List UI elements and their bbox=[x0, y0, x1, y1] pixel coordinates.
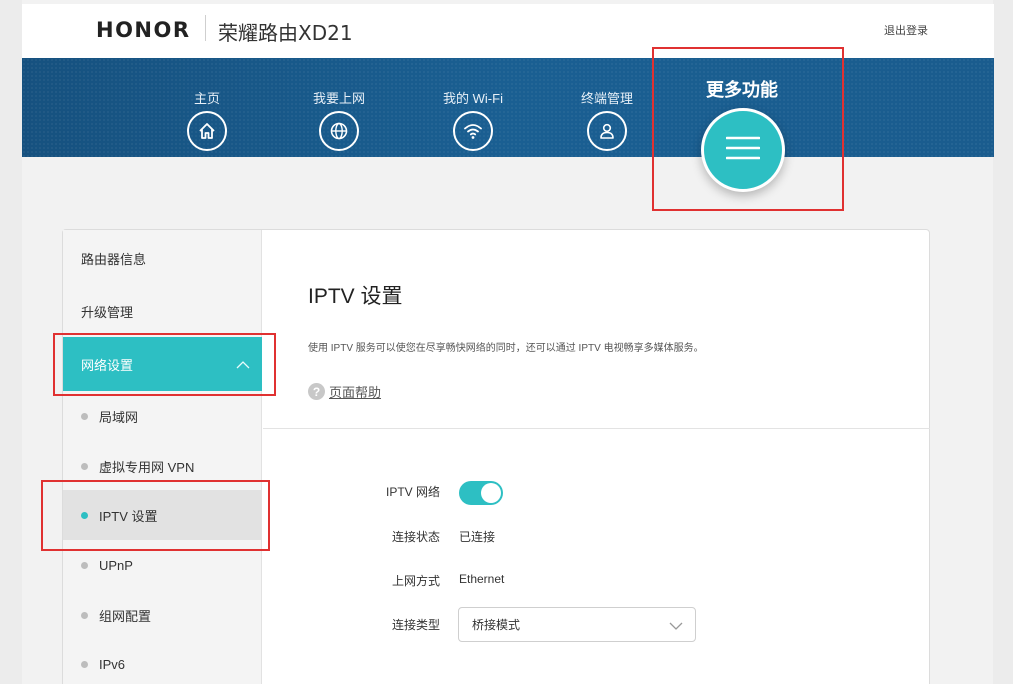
chevron-down-icon bbox=[669, 620, 683, 634]
sidebar-item-upnp[interactable]: UPnP bbox=[63, 540, 262, 590]
sidebar-item-upgrade[interactable]: 升级管理 bbox=[63, 285, 262, 337]
nav-devices-label: 终端管理 bbox=[580, 91, 633, 106]
page-background-left bbox=[0, 0, 22, 684]
product-name: 荣耀路由XD21 bbox=[218, 21, 353, 45]
home-icon bbox=[187, 111, 227, 151]
main-nav-banner: 主页 我要上网 我的 Wi-Fi 终端管理 更多功能 bbox=[22, 58, 994, 192]
bullet-icon bbox=[81, 463, 88, 470]
sidebar-item-mesh[interactable]: 组网配置 bbox=[63, 590, 262, 640]
nav-internet-label: 我要上网 bbox=[312, 91, 365, 106]
page-background-right bbox=[993, 0, 1013, 684]
sidebar-item-label: 组网配置 bbox=[99, 608, 152, 624]
sidebar-item-label: IPTV 设置 bbox=[99, 508, 158, 524]
more-features-label: 更多功能 bbox=[706, 80, 778, 100]
wan-mode-value: Ethernet bbox=[459, 572, 505, 586]
sidebar-item-label: 局域网 bbox=[99, 409, 139, 425]
sidebar-item-router-info[interactable]: 路由器信息 bbox=[63, 232, 262, 284]
bullet-icon bbox=[81, 661, 88, 668]
page-description: 使用 IPTV 服务可以使您在尽享畅快网络的同时，还可以通过 IPTV 电视畅享… bbox=[308, 343, 704, 354]
sidebar-item-vpn[interactable]: 虚拟专用网 VPN bbox=[63, 441, 262, 491]
nav-home-label: 主页 bbox=[193, 91, 220, 106]
connection-type-label: 连接类型 bbox=[391, 618, 440, 632]
help-icon: ? bbox=[308, 383, 325, 400]
bullet-icon bbox=[81, 413, 88, 420]
page-help-label: 页面帮助 bbox=[329, 385, 382, 400]
logout-link[interactable]: 退出登录 bbox=[884, 22, 928, 38]
sidebar-item-label: UPnP bbox=[99, 557, 133, 573]
sidebar-group-network-label: 网络设置 bbox=[81, 357, 134, 373]
top-header: HONOR 荣耀路由XD21 退出登录 bbox=[22, 4, 994, 58]
brand-logo: HONOR bbox=[96, 18, 191, 42]
settings-panel: 路由器信息 升级管理 网络设置 局域网 虚拟专用网 VPN IPTV 设置 UP… bbox=[62, 229, 930, 684]
user-icon bbox=[587, 111, 627, 151]
globe-icon bbox=[319, 111, 359, 151]
bullet-icon bbox=[81, 512, 88, 519]
nav-internet[interactable]: 我要上网 bbox=[294, 88, 384, 151]
wifi-icon bbox=[453, 111, 493, 151]
connection-type-select[interactable]: 桥接模式 bbox=[458, 607, 696, 642]
sidebar-item-lan[interactable]: 局域网 bbox=[63, 391, 262, 441]
sidebar-item-ipv6[interactable]: IPv6 bbox=[63, 639, 262, 684]
sidebar-item-label: IPv6 bbox=[99, 656, 126, 672]
toggle-knob bbox=[481, 483, 501, 503]
page-help-link[interactable]: ? 页面帮助 bbox=[308, 382, 381, 401]
connection-status-label: 连接状态 bbox=[391, 530, 440, 544]
chevron-up-icon bbox=[236, 357, 250, 372]
wan-mode-label: 上网方式 bbox=[391, 574, 440, 588]
nav-home[interactable]: 主页 bbox=[162, 88, 252, 151]
connection-type-value: 桥接模式 bbox=[472, 618, 521, 632]
iptv-network-label: IPTV 网络 bbox=[385, 485, 440, 499]
logo-divider bbox=[205, 15, 206, 41]
sidebar-item-iptv[interactable]: IPTV 设置 bbox=[63, 490, 262, 540]
nav-devices[interactable]: 终端管理 bbox=[562, 88, 652, 151]
menu-icon bbox=[725, 135, 761, 166]
bullet-icon bbox=[81, 562, 88, 569]
sidebar-group-network[interactable]: 网络设置 bbox=[63, 337, 262, 391]
page-title: IPTV 设置 bbox=[308, 285, 403, 308]
nav-wifi-label: 我的 Wi-Fi bbox=[443, 91, 503, 106]
connection-status-value: 已连接 bbox=[459, 530, 496, 544]
bullet-icon bbox=[81, 612, 88, 619]
nav-wifi[interactable]: 我的 Wi-Fi bbox=[428, 88, 518, 151]
section-divider bbox=[263, 428, 930, 429]
iptv-network-toggle[interactable] bbox=[459, 481, 503, 505]
sidebar: 路由器信息 升级管理 网络设置 局域网 虚拟专用网 VPN IPTV 设置 UP… bbox=[63, 230, 262, 684]
sidebar-item-label: 虚拟专用网 VPN bbox=[99, 459, 195, 475]
more-features-button[interactable] bbox=[701, 108, 785, 192]
